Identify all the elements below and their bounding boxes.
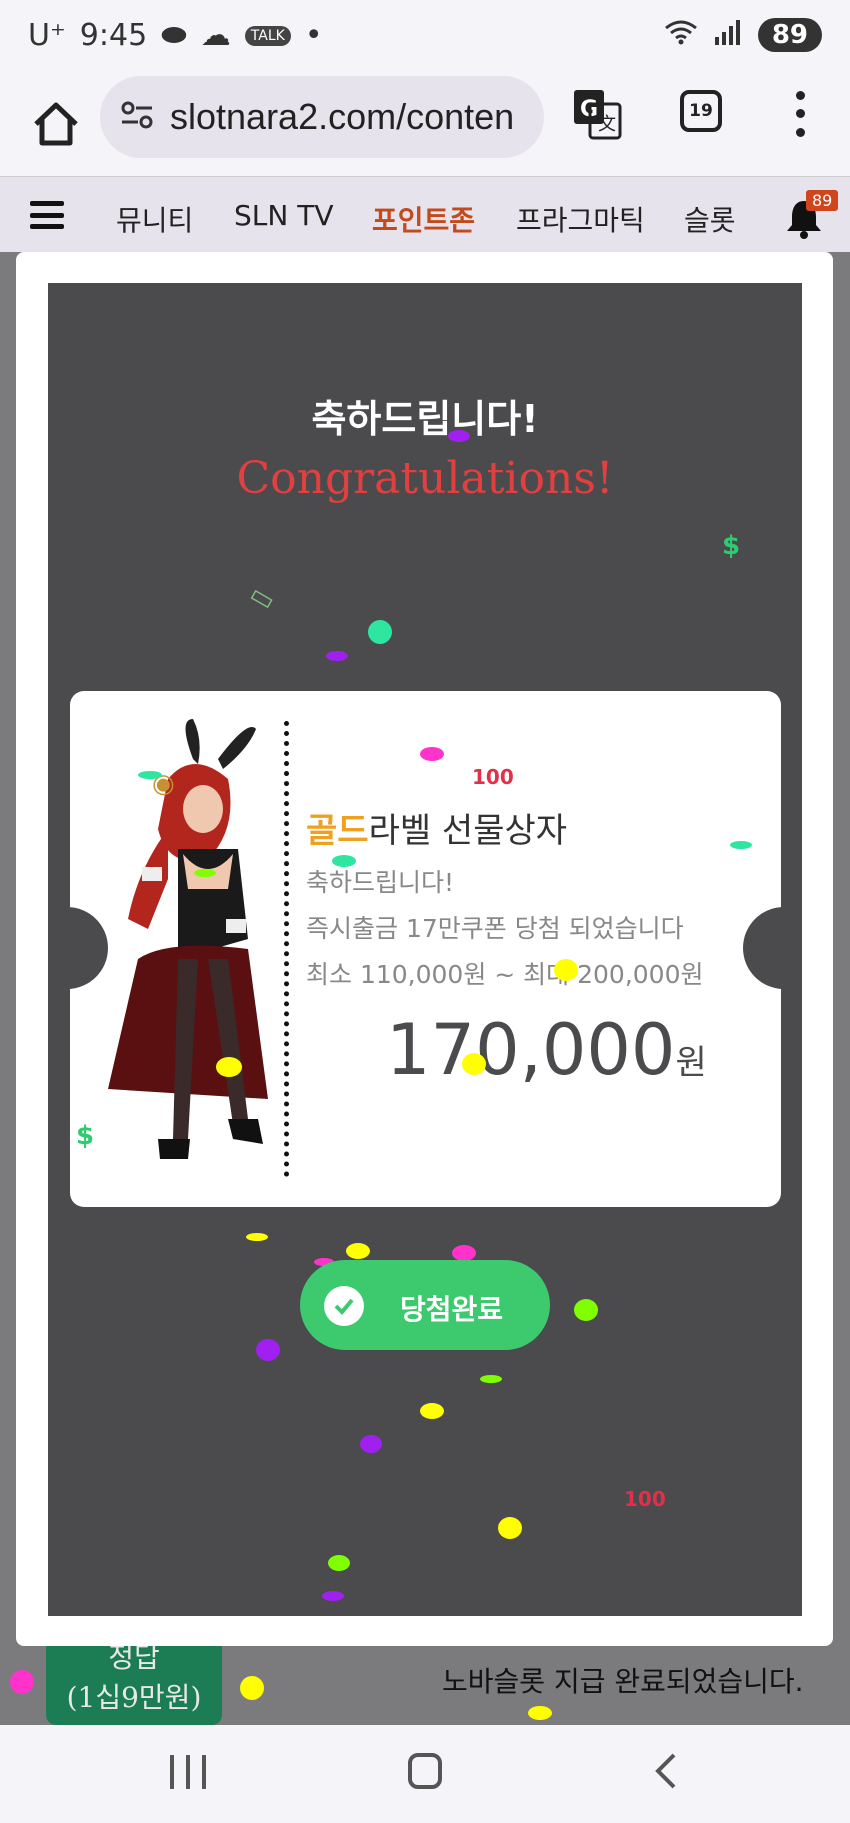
background-badge-line2: (1십9만원) [66, 1681, 202, 1714]
hundred-icon: 100 [624, 1487, 666, 1511]
confetti [10, 1670, 34, 1694]
nav-item-point-zone[interactable]: 포인트존 [372, 199, 475, 239]
confetti [480, 1375, 502, 1383]
congrats-title-ko: 축하드립니다! [311, 397, 539, 441]
coupon-title-gold: 골드 [306, 811, 369, 851]
character-illustration [98, 719, 288, 1189]
prize-amount-unit: 원 [675, 1043, 707, 1083]
status-left: U⁺ 9:45 ⬬ ☁ TALK • [28, 18, 323, 53]
confetti [138, 771, 162, 779]
pill-icon: ⬬ [161, 18, 187, 53]
browser-toolbar: slotnara2.com/conten G文 19 [0, 76, 850, 176]
notification-badge: 89 [806, 190, 839, 211]
clock: 9:45 [79, 18, 148, 53]
nav-item-pragmatic[interactable]: 프라그마틱 [516, 199, 645, 239]
recent-apps-icon[interactable] [170, 1755, 206, 1789]
site-settings-icon[interactable] [120, 100, 154, 134]
coupon-line-3: 최소 110,000원 ~ 최대 200,000원 [306, 960, 704, 989]
coupon-notch-right [743, 907, 802, 989]
confetti [554, 959, 578, 981]
confetti [420, 747, 444, 761]
confetti [462, 1053, 486, 1075]
status-bar: U⁺ 9:45 ⬬ ☁ TALK • 89 [0, 0, 850, 76]
confetti [448, 430, 470, 442]
win-complete-button[interactable]: 당첨완료 [300, 1260, 550, 1350]
coupon-divider [284, 721, 289, 1177]
dollar-icon: $ [722, 531, 741, 561]
translate-button[interactable]: G文 [572, 88, 622, 140]
confetti [368, 620, 392, 644]
confetti [194, 869, 216, 877]
confetti [322, 1591, 344, 1601]
hundred-icon: 100 [472, 765, 514, 789]
confetti [216, 1057, 242, 1077]
confetti [528, 1706, 552, 1720]
more-options-button[interactable] [786, 86, 814, 142]
confetti [574, 1299, 598, 1321]
confetti [360, 1435, 382, 1453]
home-button[interactable] [28, 96, 84, 152]
background-notice: 노바슬롯 지급 완료되었습니다. [442, 1665, 804, 1698]
address-bar[interactable]: slotnara2.com/conten [100, 76, 544, 158]
confetti [256, 1339, 280, 1361]
prize-panel: 축하드립니다! Congratulations! $ ▭ 100 ◉ 100 골… [48, 283, 802, 1616]
confetti [420, 1403, 444, 1419]
nav-item-slot[interactable]: 슬롯 [684, 199, 736, 239]
congrats-title-en: Congratulations! [236, 453, 614, 504]
confetti [240, 1676, 264, 1700]
confetti [452, 1245, 476, 1261]
back-icon[interactable] [650, 1751, 684, 1791]
confetti [328, 1555, 350, 1571]
battery-indicator: 89 [757, 18, 822, 52]
coupon-title: 골드라벨 선물상자 [306, 803, 567, 852]
check-icon [324, 1286, 364, 1326]
home-nav-icon[interactable] [408, 1753, 442, 1789]
coupon-title-rest: 라벨 선물상자 [368, 811, 568, 851]
nav-item-community[interactable]: 뮤니티 [116, 199, 193, 239]
tab-switcher-button[interactable]: 19 [680, 90, 722, 132]
confetti [326, 651, 348, 661]
money-icon: ▭ [244, 578, 281, 618]
carrier-label: U⁺ [28, 18, 66, 53]
confetti [730, 841, 752, 849]
dollar-icon: $ [76, 1121, 95, 1151]
confetti [346, 1243, 370, 1259]
hamburger-menu-icon[interactable] [30, 201, 64, 229]
signal-icon [714, 19, 742, 52]
prize-amount: 170,000원 [386, 1009, 707, 1091]
svg-text:文: 文 [598, 114, 616, 135]
confetti [498, 1517, 522, 1539]
translate-icon: G文 [574, 90, 622, 140]
coupon-line-1: 축하드립니다! [306, 868, 455, 897]
prize-amount-value: 170,000 [386, 1009, 676, 1091]
system-nav-bar [0, 1725, 850, 1823]
prize-coupon: ◉ 100 골드라벨 선물상자 축하드립니다! 즉시출금 17만쿠폰 당첨 되었… [48, 691, 802, 1207]
wifi-icon [664, 19, 698, 52]
status-right: 89 [664, 18, 822, 52]
coupon-line-2: 즉시출금 17만쿠폰 당첨 되었습니다 [306, 914, 684, 943]
dot-icon: • [304, 18, 323, 53]
cloud-icon: ☁ [200, 18, 231, 53]
talk-icon: TALK [244, 25, 291, 46]
confetti [246, 1233, 268, 1241]
url-text[interactable]: slotnara2.com/conten [170, 96, 514, 138]
win-complete-label: 당첨완료 [400, 1293, 504, 1326]
home-icon [34, 102, 78, 146]
nav-item-sln-tv[interactable]: SLN TV [234, 199, 333, 232]
site-nav: 뮤니티 SLN TV 포인트존 프라그마틱 슬롯 [0, 176, 850, 252]
